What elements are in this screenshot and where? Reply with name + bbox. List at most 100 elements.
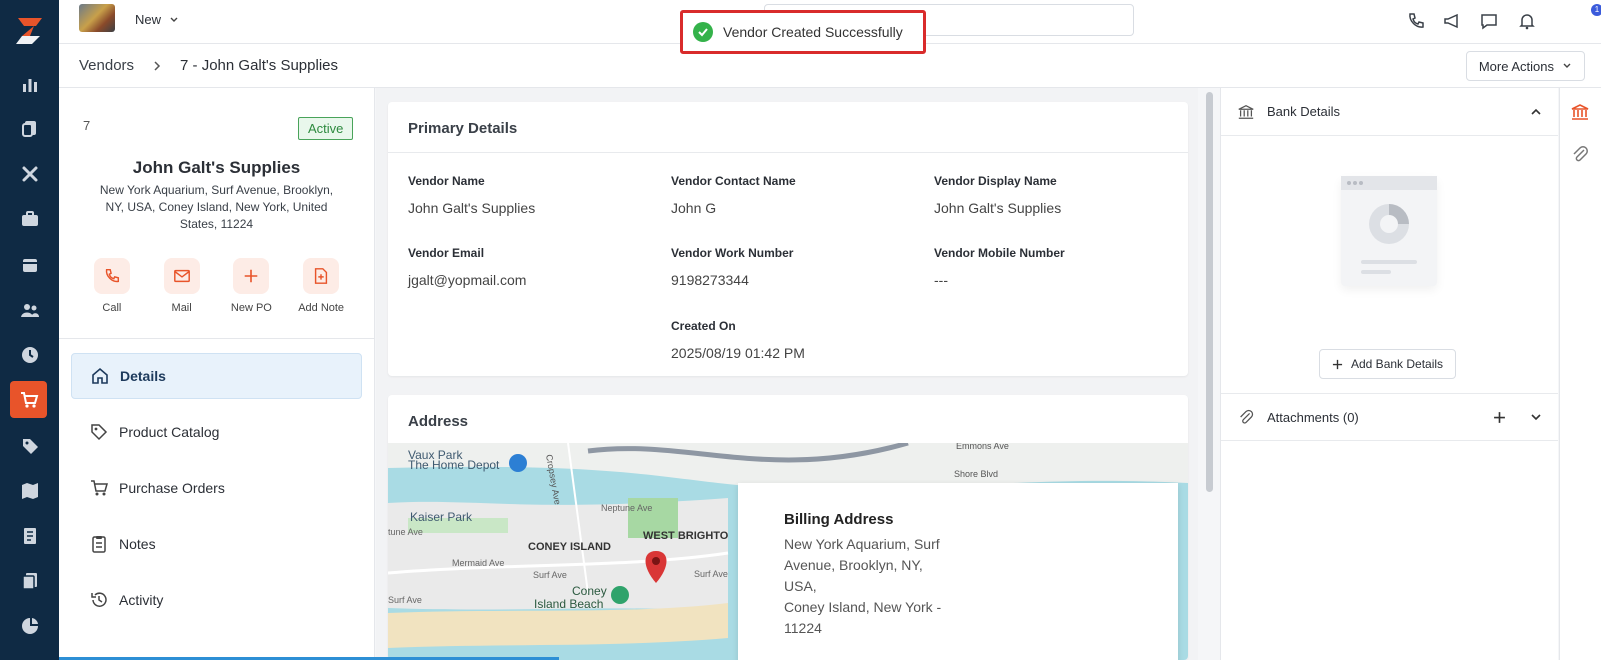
left-rail <box>0 0 59 660</box>
new-label: New <box>135 12 162 27</box>
vendor-address: New York Aquarium, Surf Avenue, Brooklyn… <box>99 183 334 231</box>
history-icon <box>91 592 107 607</box>
billing-line: Avenue, Brooklyn, NY, <box>784 557 923 573</box>
map-label: Surf Ave <box>694 569 728 579</box>
field-display-name: Vendor Display Name John Galt's Supplies <box>934 174 1174 216</box>
bank-icon[interactable] <box>1570 102 1590 127</box>
map-label: The Home Depot <box>408 458 500 472</box>
billing-title: Billing Address <box>784 511 894 528</box>
field-vendor-email: Vendor Email jgalt@yopmail.com <box>408 246 648 288</box>
add-note-button[interactable]: Add Note <box>286 258 356 314</box>
plus-icon[interactable] <box>1493 411 1506 424</box>
content-scrollbar[interactable] <box>1206 92 1213 492</box>
mail-label: Mail <box>171 302 192 314</box>
nav-docs-icon[interactable] <box>0 561 59 601</box>
attachments-title: Attachments (0) <box>1267 409 1359 425</box>
field-mobile-number: Vendor Mobile Number --- <box>934 246 1174 288</box>
menu-item-product-catalog[interactable]: Product Catalog <box>71 409 362 455</box>
mail-icon <box>163 258 200 294</box>
address-map[interactable]: Vaux Park The Home Depot Kaiser Park CON… <box>388 443 1188 660</box>
field-value: 2025/08/19 01:42 PM <box>671 345 805 361</box>
field-value: --- <box>934 272 948 288</box>
more-actions-button[interactable]: More Actions <box>1465 51 1585 81</box>
menu-item-purchase-orders[interactable]: Purchase Orders <box>71 465 362 511</box>
nav-invoice-icon[interactable] <box>0 516 59 556</box>
paperclip-icon[interactable] <box>1570 144 1590 169</box>
notification-badge: 1 <box>1591 4 1601 16</box>
field-label: Vendor Email <box>408 246 485 260</box>
breadcrumb-current: 7 - John Galt's Supplies <box>180 57 338 74</box>
primary-details-card: Primary Details Vendor Name John Galt's … <box>388 102 1188 376</box>
add-note-label: Add Note <box>298 302 345 314</box>
bank-details-title: Bank Details <box>1267 104 1340 119</box>
map-label: Island Beach <box>534 597 603 611</box>
nav-calendar-icon[interactable] <box>0 245 59 285</box>
nav-copy-icon[interactable] <box>0 108 59 148</box>
menu-item-details[interactable]: Details <box>71 353 362 399</box>
field-label: Vendor Name <box>408 174 485 188</box>
chevron-up-icon[interactable] <box>1530 106 1542 118</box>
nav-reports-icon[interactable] <box>0 606 59 646</box>
field-value: jgalt@yopmail.com <box>408 272 527 288</box>
bank-icon <box>1238 104 1254 119</box>
menu-item-notes[interactable]: Notes <box>71 521 362 567</box>
map-label: Mermaid Ave <box>452 558 504 568</box>
company-thumbnail[interactable] <box>79 4 115 32</box>
plus-icon <box>1332 359 1343 369</box>
bell-icon[interactable] <box>1515 9 1539 33</box>
field-vendor-name: Vendor Name John Galt's Supplies <box>408 174 648 216</box>
field-value: John Galt's Supplies <box>408 200 536 216</box>
chevron-down-icon[interactable] <box>1530 411 1542 423</box>
field-value: John Galt's Supplies <box>934 200 1062 216</box>
call-label: Call <box>102 302 122 314</box>
bank-details-header[interactable]: Bank Details <box>1221 88 1558 136</box>
menu-item-activity[interactable]: Activity <box>71 577 362 623</box>
nav-map-icon[interactable] <box>0 471 59 511</box>
field-contact-name: Vendor Contact Name John G <box>671 174 911 216</box>
home-icon <box>92 367 108 384</box>
menu-label: Activity <box>119 592 164 608</box>
app-logo[interactable] <box>12 14 46 48</box>
empty-state-illustration <box>1341 176 1437 286</box>
nav-clock-icon[interactable] <box>0 335 59 375</box>
vendor-name: John Galt's Supplies <box>132 158 301 177</box>
vendor-profile-panel: 7 Active John Galt's Supplies New York A… <box>59 88 375 660</box>
field-label: Vendor Work Number <box>671 246 794 260</box>
mail-button[interactable]: Mail <box>147 258 217 314</box>
status-badge: Active <box>298 117 354 140</box>
chat-icon[interactable] <box>1477 9 1501 33</box>
phone-icon[interactable] <box>1404 9 1428 33</box>
add-bank-details-button[interactable]: Add Bank Details <box>1319 349 1457 379</box>
card-title: Primary Details <box>408 120 518 137</box>
field-created-on: Created On 2025/08/19 01:42 PM <box>671 319 911 361</box>
nav-briefcase-icon[interactable] <box>0 199 59 239</box>
map-label: Emmons Ave <box>956 443 1009 451</box>
megaphone-icon[interactable] <box>1440 9 1464 33</box>
divider <box>59 338 374 339</box>
new-po-button[interactable]: New PO <box>217 258 287 314</box>
nav-tag-icon[interactable] <box>0 426 59 466</box>
new-dropdown[interactable]: New <box>135 12 179 27</box>
address-card: Address Vaux Park The Home Depot Kaiser … <box>388 395 1188 660</box>
new-po-label: New PO <box>230 302 272 314</box>
card-title: Address <box>408 413 469 430</box>
app-root: New 1 K Vendor Created Successfully Vend… <box>0 0 1601 660</box>
nav-tools-icon[interactable] <box>0 154 59 194</box>
nav-cart-icon[interactable] <box>10 381 47 418</box>
billing-line: Coney Island, New York - <box>784 599 942 615</box>
nav-users-icon[interactable] <box>0 290 59 330</box>
map-label: Neptune Ave <box>601 503 652 513</box>
menu-label: Purchase Orders <box>119 480 225 496</box>
nav-dashboard-icon[interactable] <box>0 64 59 104</box>
map-label: Shore Blvd <box>954 469 998 479</box>
billing-address-popup: Billing Address New York Aquarium, Surf … <box>738 483 1178 660</box>
attachments-header[interactable]: Attachments (0) <box>1221 393 1558 441</box>
right-side-rail <box>1559 88 1601 660</box>
call-button[interactable]: Call <box>77 258 147 314</box>
map-label: Kaiser Park <box>410 510 473 524</box>
breadcrumb-vendors-link[interactable]: Vendors <box>79 57 134 74</box>
plus-icon <box>233 258 270 294</box>
field-label: Vendor Contact Name <box>671 174 796 188</box>
toast-message: Vendor Created Successfully <box>723 24 903 40</box>
add-bank-label: Add Bank Details <box>1351 357 1444 371</box>
